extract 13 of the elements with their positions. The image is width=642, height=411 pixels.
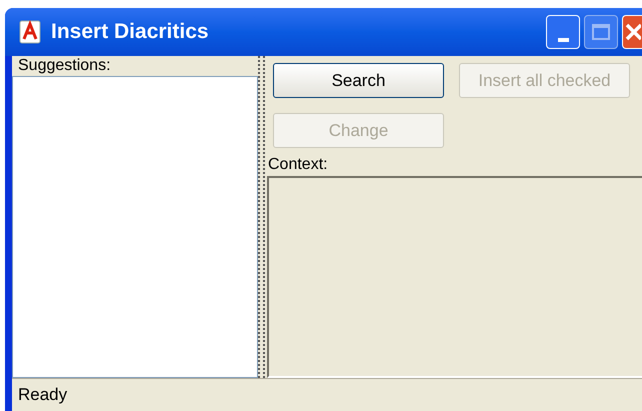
minimize-icon [558, 38, 568, 42]
status-text: Ready [18, 384, 68, 406]
maximize-button[interactable] [584, 15, 618, 49]
window-title: Insert Diacritics [51, 19, 209, 46]
maximize-icon [592, 24, 610, 40]
close-icon [623, 22, 641, 42]
action-button[interactable]: Search [273, 63, 444, 98]
splitter[interactable] [258, 56, 265, 378]
close-button[interactable] [622, 15, 642, 49]
minimize-button[interactable] [546, 15, 580, 49]
suggestions-label: Suggestions: [17, 56, 112, 76]
context-label: Context: [268, 155, 329, 175]
app-icon [19, 20, 41, 44]
